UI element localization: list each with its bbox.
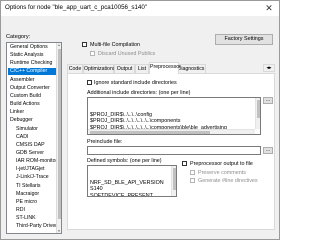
symbol-line: SOFTDEVICE_PRESENT [90,192,153,197]
close-icon[interactable]: ✕ [263,2,275,14]
category-item[interactable]: Assembler [8,77,57,84]
category-item[interactable]: I-jet/JTAGjet [8,166,57,173]
preserve-comments-label: Preserve comments [198,170,246,176]
category-item[interactable]: TI Stellaris [8,183,57,190]
defined-symbols-textarea[interactable]: NRF_SD_BLE_API_VERSION S140 SOFTDEVICE_PRE… [87,165,177,197]
include-hscroll[interactable] [88,129,255,134]
multifile-checkbox[interactable] [82,42,87,47]
category-item[interactable]: Runtime Checking [8,60,57,67]
multifile-label: Multi-file Compilation [90,42,141,48]
category-item[interactable]: Simulator [8,126,57,133]
category-item[interactable]: GDB Server [8,150,57,157]
scroll-up-icon[interactable]: ▲ [57,43,61,47]
category-item[interactable]: General Options [8,44,57,51]
additional-include-textarea[interactable]: $PROJ_DIR$\..\..\..\config $PROJ_DIR$\..\… [87,97,261,135]
category-item[interactable]: RDI [8,207,57,214]
defined-symbols-label: Defined symbols: (one per line) [87,158,162,164]
category-item[interactable]: IAR ROM-monitor [8,158,57,165]
preserve-comments-checkbox[interactable] [190,170,195,175]
category-item[interactable]: Macraigor [8,191,57,198]
discard-label: Discard Unused Publics [98,51,156,57]
category-item[interactable]: Static Analysis [8,52,57,59]
generate-line-label: Generate #line directives [198,178,258,184]
window-title: Options for node "ble_app_uart_c_pca1005… [5,4,148,11]
category-item[interactable]: Third-Party Driver [8,223,57,230]
discard-checkbox[interactable] [90,51,95,56]
include-hscroll-thumb[interactable] [90,131,210,134]
tab-code[interactable]: Code [67,64,83,73]
symbols-vscroll-thumb[interactable] [173,168,176,190]
category-item[interactable]: J-Link/J-Trace [8,174,57,181]
category-scrollbar[interactable]: ▲ ▼ [56,43,61,233]
category-item[interactable]: Linker [8,109,57,116]
category-item[interactable]: Output Converter [8,85,57,92]
include-browse-button[interactable]: ... [263,97,273,104]
factory-settings-button[interactable]: Factory Settings [215,34,273,45]
category-label: Category: [6,34,31,40]
additional-include-label: Additional include directories: (one per… [87,90,191,96]
category-item[interactable]: ST-LINK [8,215,57,222]
ignore-std-checkbox[interactable] [87,80,92,85]
category-item[interactable]: Debugger [8,117,57,124]
category-item[interactable]: CADI [8,134,57,141]
category-item[interactable]: C/C++ Compiler [8,68,56,76]
category-list[interactable]: General Options Static Analysis Runtime Ch… [6,42,62,234]
tab-optimizations[interactable]: Optimizations [83,64,115,73]
preinclude-browse-button[interactable]: ... [263,147,273,154]
tab-output[interactable]: Output [114,64,135,73]
tab-scroll-arrows[interactable]: ◂▸ [263,64,275,72]
category-item[interactable]: Build Actions [8,101,57,108]
tab-list[interactable]: List [135,64,149,73]
scroll-down-icon[interactable]: ▼ [57,229,61,233]
symbols-vscroll[interactable] [171,166,176,196]
preproc-output-checkbox[interactable] [182,161,187,166]
preproc-output-label: Preprocessor output to file [190,161,253,167]
preinclude-label: Preinclude file: [87,139,123,145]
category-item[interactable]: CMSIS DAP [8,142,57,149]
options-dialog: Options for node "ble_app_uart_c_pca1005… [0,0,280,240]
tab-preprocessor[interactable]: Preprocessor [149,62,181,74]
include-vscroll-thumb[interactable] [257,100,260,118]
include-vscroll[interactable] [255,98,260,129]
title-bar: Options for node "ble_app_uart_c_pca1005… [1,1,279,16]
category-item[interactable]: Custom Build [8,93,57,100]
generate-line-checkbox[interactable] [190,178,195,183]
ignore-std-label: Ignore standard include directories [94,80,177,86]
category-scroll-thumb[interactable] [58,49,61,219]
preinclude-input[interactable] [87,146,261,155]
chevron-right-icon[interactable]: ▸ [269,65,272,71]
category-item[interactable]: PE micro [8,199,57,206]
